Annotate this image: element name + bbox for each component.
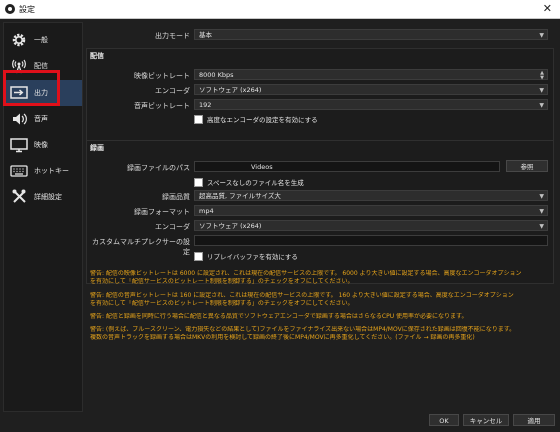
warning-line: を有効にして「配信サービスのビットレート制限を制御する」のチェックをオフにしてく… xyxy=(90,278,354,285)
ok-button[interactable]: OK xyxy=(429,414,459,426)
title-bar: 設定 ✕ xyxy=(0,0,560,19)
sidebar-item-label: 映像 xyxy=(34,141,48,149)
recording-format-select[interactable]: mp4 ▼ xyxy=(194,205,548,216)
chevron-down-icon: ▼ xyxy=(539,102,544,109)
recording-encoder-select[interactable]: ソフトウェア (x264) ▼ xyxy=(194,220,548,231)
checkbox-box[interactable] xyxy=(194,177,203,187)
spinner-arrows-icon[interactable]: ▲ ▼ xyxy=(540,70,544,81)
recording-encoder-value: ソフトウェア (x264) xyxy=(199,222,262,230)
highlight-box xyxy=(3,70,60,106)
chevron-down-icon: ▼ xyxy=(539,87,544,94)
recording-section-title: 録画 xyxy=(90,144,104,152)
recording-format-value: mp4 xyxy=(199,207,214,215)
warning-line: を有効にして「配信サービスのビットレート制限を制御する」のチェックをオフにしてく… xyxy=(90,300,354,307)
obs-logo-icon xyxy=(5,4,15,14)
checkbox-box[interactable] xyxy=(194,251,203,261)
warning-line: 警告: 配信の音声ビットレートは 160 に設定され、これは現在の配信サービスの… xyxy=(90,292,514,299)
sidebar-item-label: 詳細設定 xyxy=(34,193,62,201)
keyboard-icon xyxy=(9,162,29,180)
sidebar-item-advanced[interactable]: 詳細設定 xyxy=(4,184,82,210)
chevron-down-icon: ▼ xyxy=(539,223,544,230)
chevron-down-icon: ▼ xyxy=(539,208,544,215)
output-mode-value: 基本 xyxy=(199,31,212,39)
custom-muxer-input[interactable] xyxy=(194,235,548,246)
output-mode-label: 出力モード xyxy=(155,32,190,40)
no-space-filename-label: スペースなしのファイル名を生成 xyxy=(207,179,304,187)
audio-bitrate-value: 192 xyxy=(199,101,212,109)
recording-quality-value: 超高品質, ファイルサイズ大 xyxy=(199,192,281,200)
custom-muxer-label: カスタムマルチプレクサーの設定 xyxy=(92,238,190,256)
warning-line: 複数の音声トラックを録画する場合はMKVの利用を検討して録画の終了後にMP4/M… xyxy=(90,334,475,341)
warning-line: 警告: 配信の映像ビットレートは 6000 に設定され、これは現在の配信サービス… xyxy=(90,270,522,277)
video-bitrate-input[interactable]: 8000 Kbps ▲ ▼ xyxy=(194,69,548,80)
cancel-button[interactable]: キャンセル xyxy=(463,414,509,426)
window-title: 設定 xyxy=(19,4,35,14)
sidebar-item-video[interactable]: 映像 xyxy=(4,132,82,158)
recording-quality-select[interactable]: 超高品質, ファイルサイズ大 ▼ xyxy=(194,190,548,201)
advanced-encoder-checkbox[interactable]: 高度なエンコーダの設定を有効にする xyxy=(194,114,318,124)
output-settings-panel: 出力モード 基本 ▼ 配信 映像ビットレート 8000 Kbps ▲ ▼ エンコー… xyxy=(86,22,556,410)
sidebar-item-label: 音声 xyxy=(34,115,48,123)
warning-line: 警告: 配信と録画を同時に行う場合に配信と異なる品質でソフトウェアエンコーダで録… xyxy=(90,313,468,320)
speaker-icon xyxy=(9,110,29,128)
recording-quality-label: 録画品質 xyxy=(162,193,190,201)
video-bitrate-value: 8000 Kbps xyxy=(199,71,234,79)
video-bitrate-label: 映像ビットレート xyxy=(134,72,190,80)
recording-path-value: Videos xyxy=(251,163,273,171)
warning-line: 警告: (例えば、ブルースクリーン、電力損失などの結果として)ファイルをファイナ… xyxy=(90,326,516,333)
sidebar-item-hotkeys[interactable]: ホットキー xyxy=(4,158,82,184)
recording-encoder-label: エンコーダ xyxy=(155,223,190,231)
recording-path-input[interactable]: Videos xyxy=(194,161,500,172)
streaming-encoder-value: ソフトウェア (x264) xyxy=(199,86,262,94)
sidebar-item-general[interactable]: 一般 xyxy=(4,27,82,53)
chevron-down-icon: ▼ xyxy=(539,32,544,39)
checkbox-box[interactable] xyxy=(194,114,203,124)
no-space-filename-checkbox[interactable]: スペースなしのファイル名を生成 xyxy=(194,177,304,187)
close-icon[interactable]: ✕ xyxy=(543,2,552,15)
output-mode-select[interactable]: 基本 ▼ xyxy=(194,29,548,40)
gear-icon xyxy=(9,31,29,49)
apply-button[interactable]: 適用 xyxy=(513,414,555,426)
audio-bitrate-label: 音声ビットレート xyxy=(134,102,190,110)
sidebar-item-label: 一般 xyxy=(34,36,48,44)
replay-buffer-label: リプレイバッファを有効にする xyxy=(207,253,298,261)
streaming-section-title: 配信 xyxy=(90,52,104,60)
recording-format-label: 録画フォーマット xyxy=(134,208,190,216)
streaming-encoder-label: エンコーダ xyxy=(155,87,190,95)
recording-path-label: 録画ファイルのパス xyxy=(127,164,190,172)
sidebar-item-audio[interactable]: 音声 xyxy=(4,106,82,132)
browse-button[interactable]: 参照 xyxy=(506,160,548,172)
tools-icon xyxy=(9,188,29,206)
chevron-down-icon: ▼ xyxy=(539,193,544,200)
audio-bitrate-select[interactable]: 192 ▼ xyxy=(194,99,548,110)
advanced-encoder-label: 高度なエンコーダの設定を有効にする xyxy=(207,116,318,124)
sidebar-item-label: ホットキー xyxy=(34,167,69,175)
streaming-encoder-select[interactable]: ソフトウェア (x264) ▼ xyxy=(194,84,548,95)
replay-buffer-checkbox[interactable]: リプレイバッファを有効にする xyxy=(194,251,298,261)
monitor-icon xyxy=(9,136,29,154)
